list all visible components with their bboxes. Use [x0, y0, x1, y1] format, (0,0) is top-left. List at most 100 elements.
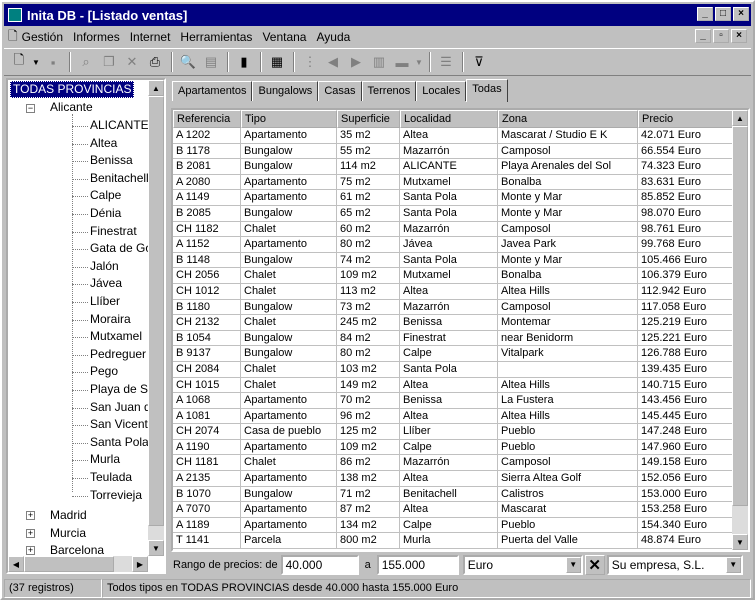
table-row[interactable]: CH 2132 Chalet 245 m2 Benissa Montemar 125.21…	[173, 315, 736, 331]
table-row[interactable]: A 1189 Apartamento 134 m2 Calpe Pueblo 154.34…	[173, 517, 736, 534]
column-header[interactable]: Referencia	[173, 110, 241, 128]
document-icon[interactable]: 🗋	[8, 27, 18, 48]
tree-node-town[interactable]: Llíber	[90, 294, 120, 309]
tree-node-town[interactable]: Torrevieja	[90, 488, 142, 503]
new-icon[interactable]: 🗋	[8, 51, 30, 73]
table-row[interactable]: A 1202 Apartamento 35 m2 Altea Mascarat / St…	[173, 128, 736, 144]
tree-vertical-scrollbar[interactable]: ▲ ▼	[148, 80, 164, 556]
expand-icon[interactable]: +	[26, 546, 35, 555]
delete-icon[interactable]: ✕	[121, 51, 143, 73]
scroll-left-icon[interactable]: ◀	[8, 556, 24, 572]
column-header[interactable]: Superficie	[337, 110, 400, 128]
column-header[interactable]: Localidad	[400, 110, 498, 128]
company-select[interactable]: Su empresa, S.L. ▼	[606, 555, 743, 575]
hscroll-thumb[interactable]	[24, 556, 114, 572]
calendar-icon[interactable]: ▦	[266, 51, 288, 73]
tab-apartamentos[interactable]: Apartamentos	[172, 81, 253, 101]
next-icon[interactable]: ▶	[345, 51, 367, 73]
tree-node-province[interactable]: Madrid	[50, 508, 87, 523]
layout-icon[interactable]: ▬	[391, 51, 413, 73]
table-row[interactable]: A 1081 Apartamento 96 m2 Altea Altea Hills 14…	[173, 408, 736, 425]
report-icon[interactable]: ▤	[200, 51, 222, 73]
scroll-right-icon[interactable]: ▶	[132, 556, 148, 572]
tree-node-province[interactable]: Barcelona	[50, 543, 104, 556]
tree-node-town[interactable]: Murla	[90, 452, 120, 467]
grid-scroll-thumb[interactable]	[732, 126, 748, 506]
tree-node-town[interactable]: Pego	[90, 364, 118, 379]
table-row[interactable]: CH 1012 Chalet 113 m2 Altea Altea Hills 112.9…	[173, 283, 736, 300]
table-row[interactable]: B 2081 Bungalow 114 m2 ALICANTE Playa Arenal…	[173, 159, 736, 175]
table-row[interactable]: CH 2084 Chalet 103 m2 Santa Pola 139.435 Eur…	[173, 361, 736, 378]
print-icon[interactable]: ⎙	[144, 51, 166, 73]
tree-node-town[interactable]: Santa Pola	[90, 435, 148, 450]
tree-node-town[interactable]: Teulada	[90, 470, 132, 485]
menu-ayuda[interactable]: Ayuda	[316, 30, 350, 44]
tree-node-alicante[interactable]: Alicante	[50, 100, 93, 115]
menu-ventana[interactable]: Ventana	[262, 30, 306, 44]
table-row[interactable]: B 1148 Bungalow 74 m2 Santa Pola Monte y Mar…	[173, 252, 736, 269]
clear-filter-button[interactable]: ✕	[584, 555, 605, 575]
tab-bungalows[interactable]: Bungalows	[252, 81, 319, 101]
scroll-down-icon[interactable]: ▼	[148, 540, 164, 556]
chart-icon[interactable]: ▮	[233, 51, 255, 73]
grid-scroll-down-icon[interactable]: ▼	[732, 534, 748, 550]
tree-root[interactable]: TODAS PROVINCIAS	[10, 81, 135, 98]
minimize-button[interactable]: _	[697, 7, 713, 21]
tab-todas[interactable]: Todas	[466, 79, 508, 102]
table-row[interactable]: T 1141 Parcela 800 m2 Murla Puerta del Valle…	[173, 533, 736, 550]
scroll-up-icon[interactable]: ▲	[148, 80, 164, 96]
collapse-alicante-icon[interactable]: −	[26, 104, 35, 113]
table-row[interactable]: A 7070 Apartamento 87 m2 Altea Mascarat 153.2…	[173, 502, 736, 518]
dropdown-arrow-icon[interactable]: ▼	[31, 51, 41, 73]
tree-node-town[interactable]: San Vicente	[90, 417, 148, 432]
find-icon[interactable]: ⌕	[75, 51, 97, 73]
expand-icon[interactable]: +	[26, 528, 35, 538]
save-icon[interactable]: ▪	[42, 51, 64, 73]
menu-gestion[interactable]: Gestión	[22, 30, 63, 44]
menu-informes[interactable]: Informes	[73, 30, 120, 44]
tab-locales[interactable]: Locales	[416, 81, 467, 101]
currency-select[interactable]: Euro ▼	[462, 555, 583, 575]
tree-node-town[interactable]: Moraira	[90, 312, 131, 327]
table-row[interactable]: A 1190 Apartamento 109 m2 Calpe Pueblo 147.96…	[173, 439, 736, 456]
copy-icon[interactable]: ❐	[98, 51, 120, 73]
columns-icon[interactable]: ▥	[368, 51, 390, 73]
price-to-input[interactable]: 155.000	[376, 555, 459, 575]
tree-node-town[interactable]: Playa de San	[90, 382, 148, 397]
grid-vertical-scrollbar[interactable]: ▲ ▼	[732, 110, 748, 550]
grid-scroll-up-icon[interactable]: ▲	[732, 110, 748, 126]
tab-casas[interactable]: Casas	[318, 81, 362, 101]
dropdown-icon[interactable]: ▼	[414, 51, 424, 73]
doc-minimize-button[interactable]: _	[695, 29, 711, 43]
tree-node-town[interactable]: Benitachell	[90, 171, 148, 186]
table-row[interactable]: A 2135 Apartamento 138 m2 Altea Sierra Altea…	[173, 471, 736, 487]
table-row[interactable]: CH 2056 Chalet 109 m2 Mutxamel Bonalba 106.37…	[173, 268, 736, 284]
grid-icon[interactable]: ⋮	[299, 51, 321, 73]
table-row[interactable]: CH 1182 Chalet 60 m2 Mazarrón Camposol 98.761…	[173, 221, 736, 238]
tree-horizontal-scrollbar[interactable]: ◀ ▶	[8, 556, 148, 572]
table-row[interactable]: A 1152 Apartamento 80 m2 Jávea Javea Park 99.…	[173, 237, 736, 253]
table-row[interactable]: CH 1015 Chalet 149 m2 Altea Altea Hills 140.7…	[173, 377, 736, 394]
tree-node-town[interactable]: Jalón	[90, 259, 119, 274]
table-row[interactable]: B 1178 Bungalow 55 m2 Mazarrón Camposol 66.55…	[173, 143, 736, 160]
doc-close-button[interactable]: ×	[731, 29, 747, 43]
tree-node-town[interactable]: Altea	[90, 136, 117, 151]
tree-node-town[interactable]: Benissa	[90, 153, 133, 168]
table-row[interactable]: CH 1181 Chalet 86 m2 Mazarrón Camposol 149.15…	[173, 455, 736, 472]
close-button[interactable]: ×	[733, 7, 749, 21]
tree-node-town[interactable]: Gata de Gorg	[90, 241, 148, 256]
tree-node-town[interactable]: San Juan de	[90, 400, 148, 415]
tree-node-town[interactable]: Mutxamel	[90, 329, 142, 344]
tree-node-town[interactable]: Dénia	[90, 206, 121, 221]
tree-node-town[interactable]: Calpe	[90, 188, 121, 203]
maximize-button[interactable]: □	[715, 7, 731, 21]
search-icon[interactable]: 🔍	[177, 51, 199, 73]
tree-node-town[interactable]: Pedreguer	[90, 347, 146, 362]
scroll-thumb[interactable]	[148, 96, 164, 526]
tree-node-province[interactable]: Murcia	[50, 526, 86, 541]
table-row[interactable]: CH 2074 Casa de pueblo 125 m2 Llíber Pueblo 1…	[173, 424, 736, 440]
expand-icon[interactable]: +	[26, 511, 35, 520]
price-from-input[interactable]: 40.000	[280, 555, 359, 575]
table-row[interactable]: B 1054 Bungalow 84 m2 Finestrat near Benidor…	[173, 330, 736, 347]
tree-node-town[interactable]: ALICANTE	[90, 118, 148, 133]
